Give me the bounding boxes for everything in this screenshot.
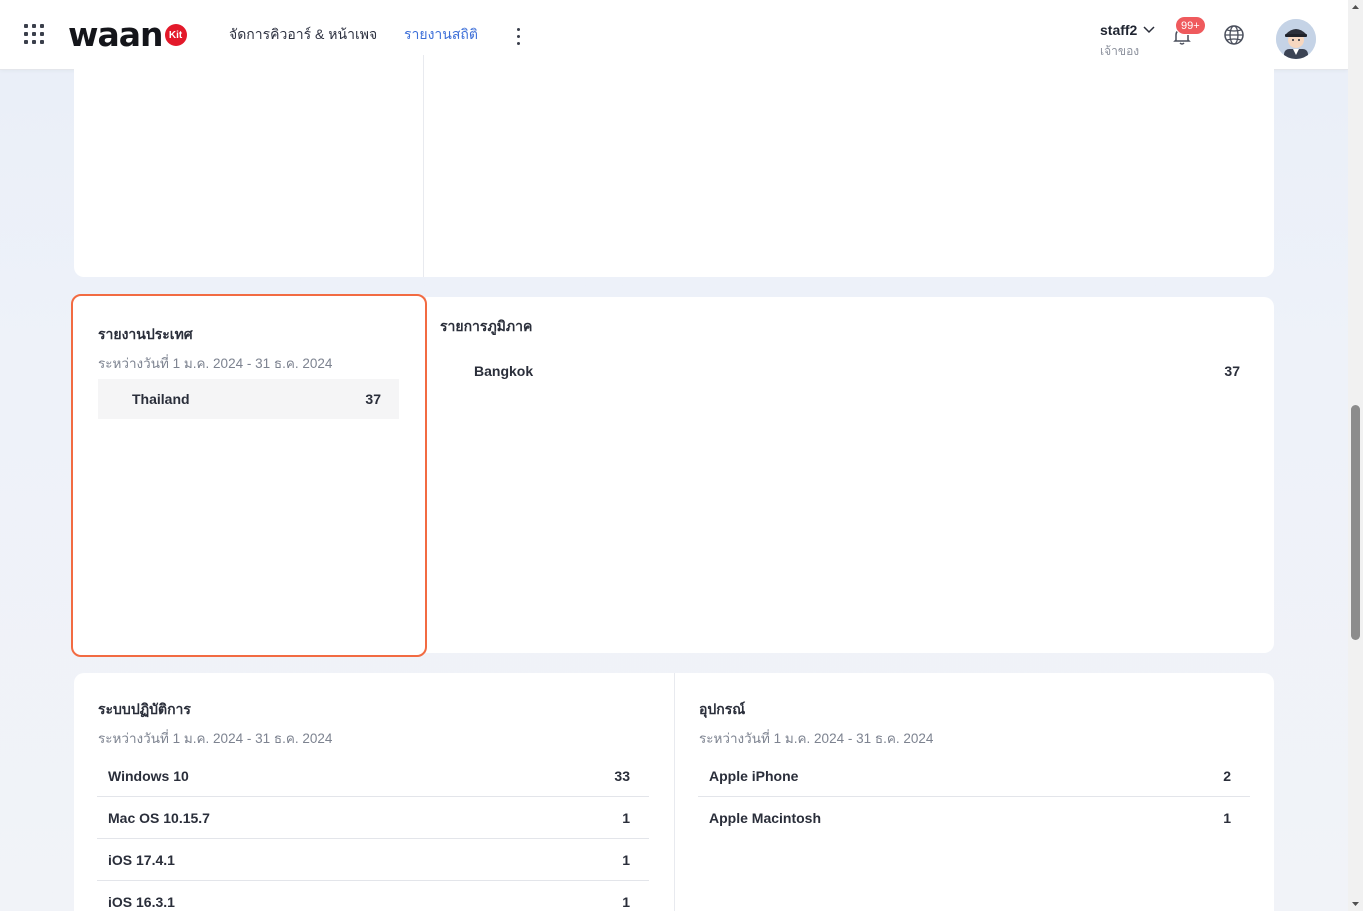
- user-avatar-image: [1276, 19, 1316, 59]
- scroll-down-icon[interactable]: [1348, 896, 1363, 911]
- os-report-date-range: ระหว่างวันที่ 1 ม.ค. 2024 - 31 ธ.ค. 2024: [98, 731, 333, 746]
- device-value: 1: [1223, 810, 1231, 826]
- table-row: iOS 17.4.1 1: [97, 839, 649, 881]
- scroll-thumb[interactable]: [1351, 405, 1360, 640]
- globe-icon[interactable]: [1223, 24, 1245, 46]
- scroll-up-icon[interactable]: [1348, 0, 1363, 15]
- country-report-date-range: ระหว่างวันที่ 1 ม.ค. 2024 - 31 ธ.ค. 2024: [98, 356, 333, 371]
- os-value: 1: [622, 894, 630, 910]
- device-report-card: อุปกรณ์ ระหว่างวันที่ 1 ม.ค. 2024 - 31 ธ…: [674, 673, 1274, 911]
- os-label: Mac OS 10.15.7: [108, 809, 210, 826]
- table-row: Apple Macintosh 1: [698, 797, 1250, 839]
- country-value: 37: [365, 391, 381, 407]
- apps-grid-icon[interactable]: [24, 24, 48, 48]
- avatar[interactable]: [1276, 19, 1316, 59]
- device-label: Apple iPhone: [709, 767, 799, 784]
- device-report-date-range: ระหว่างวันที่ 1 ม.ค. 2024 - 31 ธ.ค. 2024: [699, 731, 934, 746]
- os-label: iOS 16.3.1: [108, 894, 175, 910]
- country-report-title: รายงานประเทศ: [98, 326, 193, 342]
- device-report-title: อุปกรณ์: [699, 701, 746, 717]
- table-row: Windows 10 33: [97, 755, 649, 797]
- logo-text: waan: [68, 14, 164, 54]
- table-row: Apple iPhone 2: [698, 755, 1250, 797]
- os-report-card: ระบบปฏิบัติการ ระหว่างวันที่ 1 ม.ค. 2024…: [74, 673, 674, 911]
- device-label: Apple Macintosh: [709, 810, 822, 826]
- waan-kit-logo[interactable]: waan Kit: [68, 16, 187, 52]
- os-value: 1: [622, 851, 630, 868]
- os-value: 33: [614, 767, 630, 784]
- country-report-card: รายงานประเทศ ระหว่างวันที่ 1 ม.ค. 2024 -…: [71, 294, 427, 657]
- os-label: iOS 17.4.1: [108, 851, 175, 868]
- country-label: Thailand: [132, 391, 190, 407]
- table-row: iOS 16.3.1 1: [97, 881, 649, 911]
- logo-kit-badge: Kit: [164, 24, 187, 46]
- table-row: Mac OS 10.15.7 1: [97, 797, 649, 839]
- list-item[interactable]: Thailand 37: [98, 379, 399, 419]
- device-value: 2: [1223, 767, 1231, 784]
- list-item: Bangkok 37: [474, 359, 1240, 383]
- user-name: staff2: [1100, 22, 1138, 38]
- region-value: 37: [1224, 363, 1240, 379]
- region-report-title: รายการภูมิภาค: [440, 318, 533, 334]
- more-vertical-icon[interactable]: [510, 24, 526, 48]
- region-report-card: รายการภูมิภาค Bangkok 37: [426, 297, 1274, 653]
- os-label: Windows 10: [108, 767, 189, 784]
- notification-badge: 99+: [1175, 16, 1206, 35]
- os-value: 1: [622, 809, 630, 826]
- card-divider: [423, 55, 424, 277]
- page-scrollbar[interactable]: [1348, 0, 1363, 911]
- previous-report-card: [74, 55, 1274, 277]
- os-report-title: ระบบปฏิบัติการ: [98, 701, 191, 717]
- region-label: Bangkok: [474, 363, 534, 379]
- chevron-down-icon: [1143, 26, 1155, 34]
- nav-report-label: รายงานสถิติ: [404, 26, 478, 42]
